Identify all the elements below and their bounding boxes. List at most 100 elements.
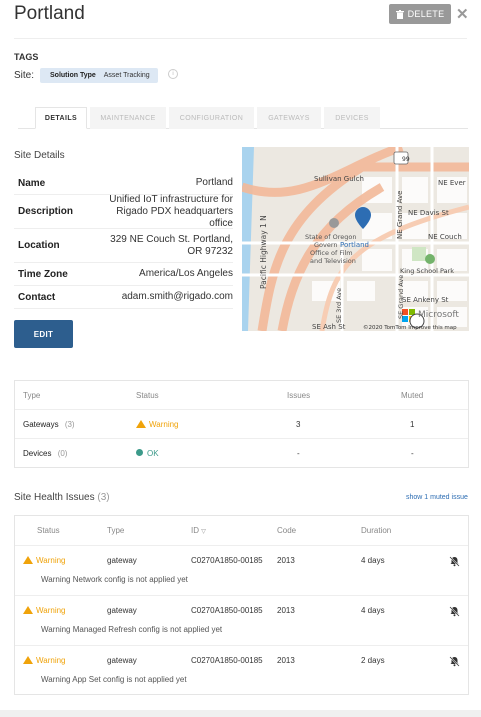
site-health-title: Site Health Issues (3)	[14, 492, 110, 503]
map-copyright-link[interactable]: ©2020 TomTom Improve this map	[363, 324, 457, 331]
warning-icon	[23, 606, 33, 614]
tag-key: Solution Type	[50, 72, 96, 79]
show-muted-link[interactable]: show 1 muted issue	[406, 494, 468, 501]
detail-value: adam.smith@rigado.com	[121, 291, 233, 302]
map-label-se-ash: SE Ash St	[312, 323, 346, 331]
tab-configuration[interactable]: CONFIGURATION	[169, 107, 254, 129]
col-header: Muted	[401, 391, 424, 400]
site-details-title: Site Details	[14, 150, 65, 161]
tag-pill[interactable]: Solution Type Asset Tracking	[40, 68, 158, 83]
issue-duration: 2 days	[361, 656, 385, 665]
status-table: Type Status Issues Muted Gateways (3) Wa…	[14, 380, 469, 468]
info-icon[interactable]: i	[168, 69, 178, 79]
row-issues: -	[297, 449, 300, 458]
map-brand: Microsoft	[418, 310, 459, 320]
map-label-television: and Television	[310, 257, 356, 265]
map-label-king-school: King School Park	[400, 267, 454, 275]
detail-value: America/Los Angeles	[139, 268, 233, 279]
page-header: Portland DELETE ✕	[0, 0, 481, 32]
issue-id: C0270A1850-00185	[191, 606, 263, 615]
site-details-table: Name Portland Description Unified IoT in…	[14, 172, 233, 309]
issue-status: Warning	[23, 556, 66, 565]
issue-message: Warning Managed Refresh config is not ap…	[41, 625, 223, 634]
issue-type: gateway	[107, 606, 137, 615]
site-tag-label: Site:	[14, 70, 35, 81]
detail-key: Location	[18, 240, 60, 251]
tag-value: Asset Tracking	[103, 72, 150, 79]
edit-button[interactable]: EDIT	[14, 320, 73, 348]
table-row[interactable]: Gateways (3) Warning 3 1	[15, 410, 468, 439]
map-canvas: 99 Sullivan Gulch NE Ever NE Davis St NE…	[242, 147, 469, 331]
mute-bell-icon[interactable]	[449, 556, 460, 567]
detail-value: 329 NE Couch St. Portland, OR 97232	[110, 233, 233, 257]
row-type: Devices (0)	[23, 449, 68, 458]
map-label-ne-couch: NE Couch	[428, 233, 462, 241]
row-issues: 3	[296, 420, 301, 429]
map-label-office-film: Office of Film	[310, 249, 353, 257]
mute-bell-icon[interactable]	[449, 656, 460, 667]
tab-gateways[interactable]: GATEWAYS	[257, 107, 321, 129]
delete-label: DELETE	[407, 9, 445, 19]
tab-devices[interactable]: DEVICES	[324, 107, 380, 129]
close-icon[interactable]: ✕	[456, 5, 469, 23]
map-label-ne-davis: NE Davis St	[408, 209, 449, 217]
tags-heading: TAGS	[14, 52, 39, 62]
map-label-ne-grand: NE Grand Ave	[396, 191, 404, 239]
col-header: Duration	[361, 526, 392, 535]
issue-type: gateway	[107, 556, 137, 565]
col-header: Status	[37, 526, 60, 535]
detail-key: Description	[18, 206, 74, 217]
issues-table: Status Type ID ▽ Code Duration Warning g…	[14, 515, 469, 695]
table-row[interactable]: Devices (0) OK - -	[15, 439, 468, 468]
mute-bell-icon[interactable]	[449, 606, 460, 617]
detail-key: Name	[18, 177, 46, 189]
issue-message: Warning Network config is not applied ye…	[41, 575, 188, 584]
table-header-row: Type Status Issues Muted	[15, 381, 468, 410]
row-status: OK	[136, 439, 159, 468]
detail-key: Contact	[18, 291, 56, 303]
map-label-se-ankeny: SE Ankeny St	[402, 296, 449, 304]
col-header: Type	[107, 526, 125, 535]
tab-details[interactable]: DETAILS	[35, 107, 87, 129]
map-label-se-3rd: SE 3rd Ave	[335, 288, 343, 323]
issue-status: Warning	[23, 656, 66, 665]
table-row[interactable]: Warning gateway C0270A1850-00185 2013 4 …	[15, 596, 468, 646]
tab-maintenance[interactable]: MAINTENANCE	[90, 107, 166, 129]
site-map[interactable]: 99 Sullivan Gulch NE Ever NE Davis St NE…	[242, 147, 469, 331]
map-label-state-oregon: State of Oregon	[305, 233, 356, 241]
detail-value: Portland	[195, 177, 233, 188]
issue-code: 2013	[277, 556, 295, 565]
col-header: Issues	[287, 391, 311, 400]
detail-row-contact: Contact adam.smith@rigado.com	[14, 286, 233, 309]
table-row[interactable]: Warning gateway C0270A1850-00185 2013 4 …	[15, 546, 468, 596]
issue-duration: 4 days	[361, 556, 385, 565]
delete-button[interactable]: DELETE	[389, 4, 451, 24]
col-header-id[interactable]: ID ▽	[191, 516, 206, 547]
detail-row-timezone: Time Zone America/Los Angeles	[14, 263, 233, 286]
issue-code: 2013	[277, 606, 295, 615]
map-label-ne-everett: NE Ever	[438, 179, 466, 187]
issue-id: C0270A1850-00185	[191, 656, 263, 665]
detail-row-location: Location 329 NE Couch St. Portland, OR 9…	[14, 229, 233, 263]
table-row[interactable]: Warning gateway C0270A1850-00185 2013 2 …	[15, 646, 468, 696]
issue-message: Warning App Set config is not applied ye…	[41, 675, 187, 684]
col-header: Code	[277, 526, 297, 535]
tab-bar: DETAILS MAINTENANCE CONFIGURATION GATEWA…	[18, 107, 468, 129]
site-health-count: (3)	[97, 492, 110, 503]
map-label-sullivan: Sullivan Gulch	[314, 175, 364, 183]
map-route-99: 99	[402, 156, 410, 163]
header-divider	[14, 38, 467, 39]
row-status: Warning	[136, 410, 179, 439]
col-header: Status	[136, 391, 159, 400]
detail-row-description: Description Unified IoT infrastructure f…	[14, 194, 233, 229]
issue-duration: 4 days	[361, 606, 385, 615]
map-pin-label: Portland	[340, 241, 369, 249]
warning-icon	[23, 656, 33, 664]
row-muted: -	[411, 449, 414, 458]
warning-icon	[136, 420, 146, 428]
issue-id: C0270A1850-00185	[191, 556, 263, 565]
row-muted: 1	[410, 420, 415, 429]
issue-type: gateway	[107, 656, 137, 665]
bottom-scroll-area	[0, 710, 481, 717]
col-header: Type	[23, 391, 41, 400]
